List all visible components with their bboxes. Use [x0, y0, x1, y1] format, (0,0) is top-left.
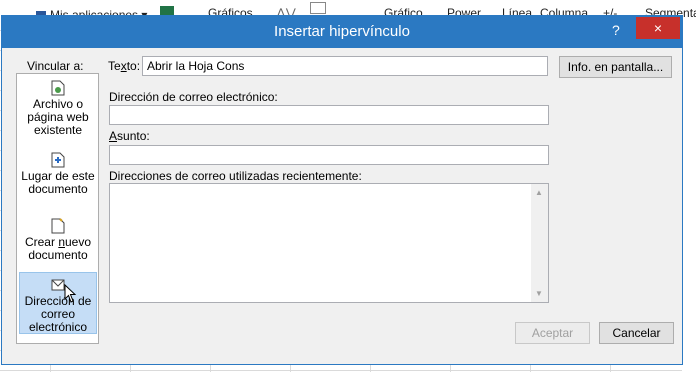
close-button[interactable]: ×	[636, 17, 680, 39]
recent-emails-scrollbar[interactable]: ▲ ▼	[531, 184, 548, 302]
link-to-sidebar: Archivo o página web existente Lugar de …	[16, 73, 99, 344]
ribbon-chart-icon[interactable]	[310, 2, 326, 14]
recent-emails-list[interactable]: ▲ ▼	[109, 183, 549, 303]
subject-input[interactable]	[109, 145, 549, 165]
excel-side-strip	[682, 20, 696, 372]
sidebar-item-email-address[interactable]: Dirección de correo electrónico	[19, 272, 97, 334]
sidebar-label-2: correo	[40, 307, 75, 321]
email-address-input[interactable]	[109, 105, 549, 125]
ok-button[interactable]: Aceptar	[515, 322, 590, 344]
sidebar-label-2: documento	[28, 182, 88, 196]
file-web-icon	[51, 80, 65, 96]
sidebar-label-2: documento	[28, 248, 88, 262]
place-document-icon	[51, 152, 65, 168]
dialog-titlebar[interactable]: Insertar hipervínculo ? ×	[2, 16, 682, 48]
email-address-label: Dirección de correo electrónico:	[109, 90, 278, 104]
dialog-title: Insertar hipervínculo	[274, 23, 410, 40]
text-to-display-input[interactable]: Abrir la Hoja Cons	[142, 56, 548, 76]
screentip-button[interactable]: Info. en pantalla...	[559, 56, 672, 78]
recent-emails-label: Direcciones de correo utilizadas recient…	[109, 169, 362, 183]
sidebar-item-existing-file[interactable]: Archivo o página web existente	[19, 80, 97, 142]
text-label: Texto:	[108, 59, 141, 73]
sidebar-label-1: Dirección de	[24, 294, 92, 308]
new-document-icon	[51, 218, 65, 234]
sidebar-item-new-document[interactable]: Crear nuevo documento	[19, 218, 97, 266]
sidebar-label-1: Lugar de este	[21, 169, 95, 183]
scroll-down-icon[interactable]: ▼	[535, 289, 543, 298]
sidebar-label-3: electrónico	[28, 320, 88, 334]
help-button[interactable]: ?	[612, 22, 620, 38]
link-to-label: Vincular a:	[27, 59, 84, 73]
sidebar-label-1: Crear nuevo	[24, 235, 92, 249]
sidebar-label-3: existente	[33, 123, 83, 137]
insert-hyperlink-dialog: Insertar hipervínculo ? × Vincular a: Te…	[1, 15, 683, 365]
cancel-button[interactable]: Cancelar	[599, 322, 674, 344]
email-icon	[51, 279, 65, 291]
mouse-cursor-icon	[64, 284, 77, 303]
scroll-up-icon[interactable]: ▲	[535, 188, 543, 197]
sidebar-label-2: página web	[27, 110, 89, 124]
sidebar-item-place-in-document[interactable]: Lugar de este documento	[19, 152, 97, 200]
sidebar-label-1: Archivo o	[32, 97, 84, 111]
subject-label: Asunto:	[109, 129, 150, 143]
